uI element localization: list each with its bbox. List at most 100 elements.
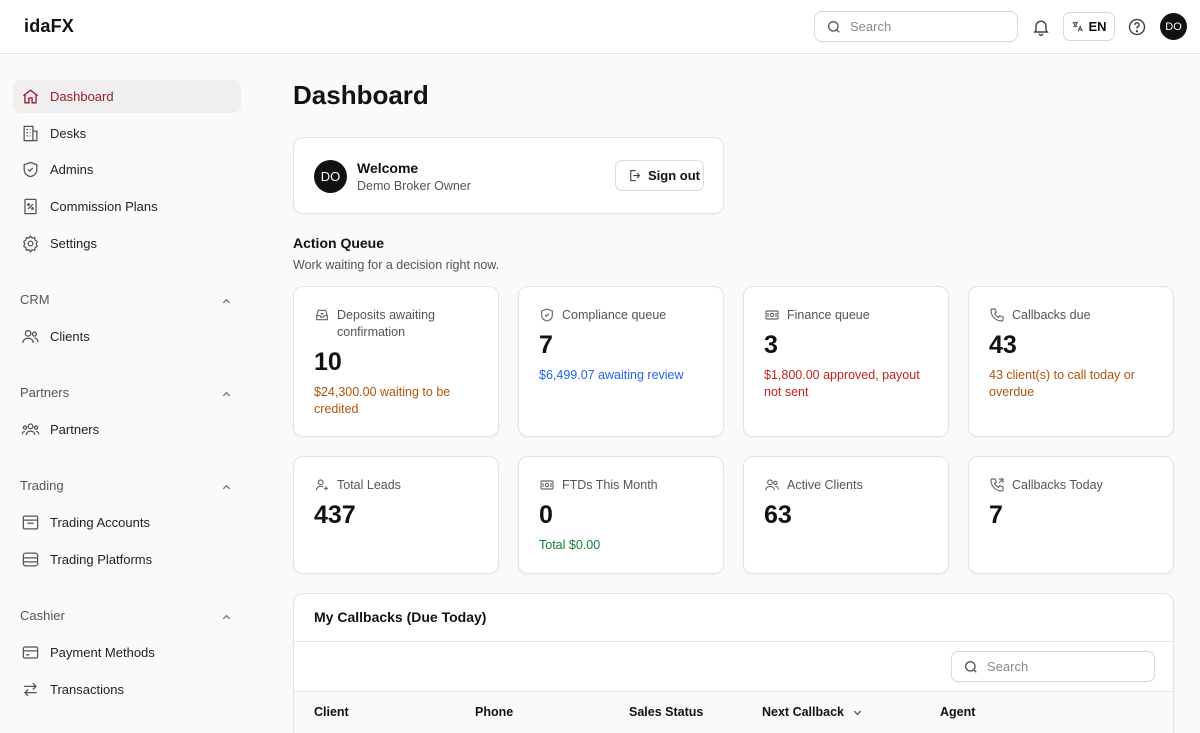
card-label: Callbacks Today	[1012, 478, 1103, 492]
sidebar-item-desks[interactable]: Desks	[13, 117, 241, 150]
section-title: CRM	[20, 292, 50, 307]
phone-icon	[990, 308, 1004, 322]
column-label: Next Callback	[762, 705, 844, 719]
sidebar-item-label: Settings	[50, 236, 97, 251]
table-header: Client Phone Sales Status Next Callback …	[294, 692, 1173, 733]
sidebar-item-trading-accounts[interactable]: Trading Accounts	[13, 506, 241, 539]
user-plus-icon	[315, 479, 328, 491]
card-value: 10	[314, 348, 342, 376]
home-icon	[22, 89, 39, 104]
language-button[interactable]: EN	[1063, 12, 1115, 41]
sidebar-item-label: Admins	[50, 162, 94, 177]
avatar: DO	[314, 160, 347, 193]
card-value: 0	[539, 501, 553, 529]
group-icon	[21, 423, 40, 436]
callbacks-today-card[interactable]: Callbacks Today 7	[968, 456, 1174, 574]
compliance-card[interactable]: Compliance queue 7 $6,499.07 awaiting re…	[518, 286, 724, 437]
column-label: Sales Status	[629, 705, 704, 719]
card-label: Active Clients	[787, 478, 863, 492]
column-label: Phone	[475, 705, 514, 719]
sidebar-item-settings[interactable]: Settings	[13, 227, 241, 260]
sidebar-item-label: Clients	[50, 329, 90, 344]
section-title: Trading	[20, 478, 64, 493]
card-label: Total Leads	[337, 478, 401, 492]
ftds-card[interactable]: FTDs This Month 0 Total $0.00	[518, 456, 724, 574]
section-title: Cashier	[20, 608, 65, 623]
help-icon[interactable]	[1127, 17, 1147, 37]
card-value: 63	[764, 501, 792, 529]
card-note: Total $0.00	[539, 538, 601, 552]
card-label: Compliance queue	[562, 308, 667, 322]
card-value: 7	[539, 331, 553, 359]
finance-card[interactable]: Finance queue 3 $1,800.00 approved, payo…	[743, 286, 949, 437]
users-icon	[765, 479, 779, 491]
section-heading: Action Queue	[293, 235, 385, 251]
card-value: 43	[989, 331, 1017, 359]
browser-icon	[22, 515, 39, 530]
card-label: Callbacks due	[1012, 308, 1091, 322]
sidebar-item-clients[interactable]: Clients	[13, 320, 241, 353]
percent-doc-icon	[24, 198, 37, 215]
card-label: Deposits awaiting confirmation	[337, 308, 435, 339]
banknote-icon	[540, 480, 554, 490]
sidebar-item-partners[interactable]: Partners	[13, 413, 241, 446]
sidebar-item-label: Desks	[50, 126, 87, 141]
top-bar: idaFX EN DO	[0, 0, 1200, 54]
callbacks-table-card: My Callbacks (Due Today) Client Phone Sa…	[293, 593, 1174, 733]
active-clients-card[interactable]: Active Clients 63	[743, 456, 949, 574]
card-value: 3	[764, 331, 778, 359]
sidebar-item-label: Transactions	[50, 682, 124, 697]
sidebar-item-dashboard[interactable]: Dashboard	[13, 80, 241, 113]
column-agent[interactable]: Agent	[940, 705, 975, 719]
sidebar-item-label: Trading Platforms	[50, 552, 153, 567]
column-next-callback[interactable]: Next Callback	[762, 705, 863, 719]
sidebar-item-label: Commission Plans	[50, 199, 158, 214]
card-note: $1,800.00 approved, payout not sent	[764, 368, 920, 399]
sidebar-item-payment-methods[interactable]: Payment Methods	[13, 636, 241, 669]
column-client[interactable]: Client	[314, 705, 349, 719]
sidebar-item-transactions[interactable]: Transactions	[13, 673, 241, 706]
sidebar-item-commission-plans[interactable]: Commission Plans	[13, 190, 241, 223]
divider	[294, 641, 1173, 642]
server-icon	[22, 552, 39, 567]
total-leads-card[interactable]: Total Leads 437	[293, 456, 499, 574]
arrows-icon	[24, 682, 37, 697]
translate-icon	[1073, 21, 1084, 32]
chevron-up-icon	[222, 484, 231, 490]
global-search[interactable]	[814, 11, 1018, 42]
card-note: $24,300.00 waiting to be credited	[314, 385, 451, 416]
brand-logo[interactable]: idaFX	[24, 16, 74, 37]
bell-icon[interactable]	[1031, 17, 1051, 37]
search-input[interactable]	[850, 19, 1010, 34]
deposits-card[interactable]: Deposits awaiting confirmation 10 $24,30…	[293, 286, 499, 437]
sidebar-item-admins[interactable]: Admins	[13, 153, 241, 186]
callbacks-due-card[interactable]: Callbacks due 43 43 client(s) to call to…	[968, 286, 1174, 437]
card-value: 7	[989, 501, 1003, 529]
welcome-card: DO Welcome Demo Broker Owner Sign out	[293, 137, 724, 214]
users-icon	[22, 329, 39, 343]
section-cashier[interactable]: Cashier	[20, 608, 234, 628]
sidebar-item-label: Dashboard	[50, 89, 114, 104]
search-icon	[965, 660, 977, 673]
shield-check-icon	[541, 308, 553, 322]
card-icon	[22, 646, 39, 659]
section-title: Partners	[20, 385, 70, 400]
inbox-icon	[316, 309, 328, 321]
welcome-subtitle: Demo Broker Owner	[357, 179, 471, 193]
section-partners[interactable]: Partners	[20, 385, 234, 405]
user-avatar[interactable]: DO	[1160, 13, 1187, 40]
section-trading[interactable]: Trading	[20, 478, 234, 498]
sidebar-item-trading-platforms[interactable]: Trading Platforms	[13, 543, 241, 576]
section-crm[interactable]: CRM	[20, 292, 234, 312]
column-label: Client	[314, 705, 349, 719]
sidebar-item-label: Partners	[50, 422, 100, 437]
column-label: Agent	[940, 705, 976, 719]
sign-out-icon	[630, 169, 641, 182]
sign-out-button[interactable]: Sign out	[615, 160, 704, 191]
table-search-input[interactable]	[987, 659, 1147, 674]
column-phone[interactable]: Phone	[475, 705, 513, 719]
sidebar-item-label: Payment Methods	[50, 645, 155, 660]
table-search[interactable]	[951, 651, 1155, 682]
sign-out-label: Sign out	[648, 168, 700, 183]
column-sales-status[interactable]: Sales Status	[629, 705, 703, 719]
